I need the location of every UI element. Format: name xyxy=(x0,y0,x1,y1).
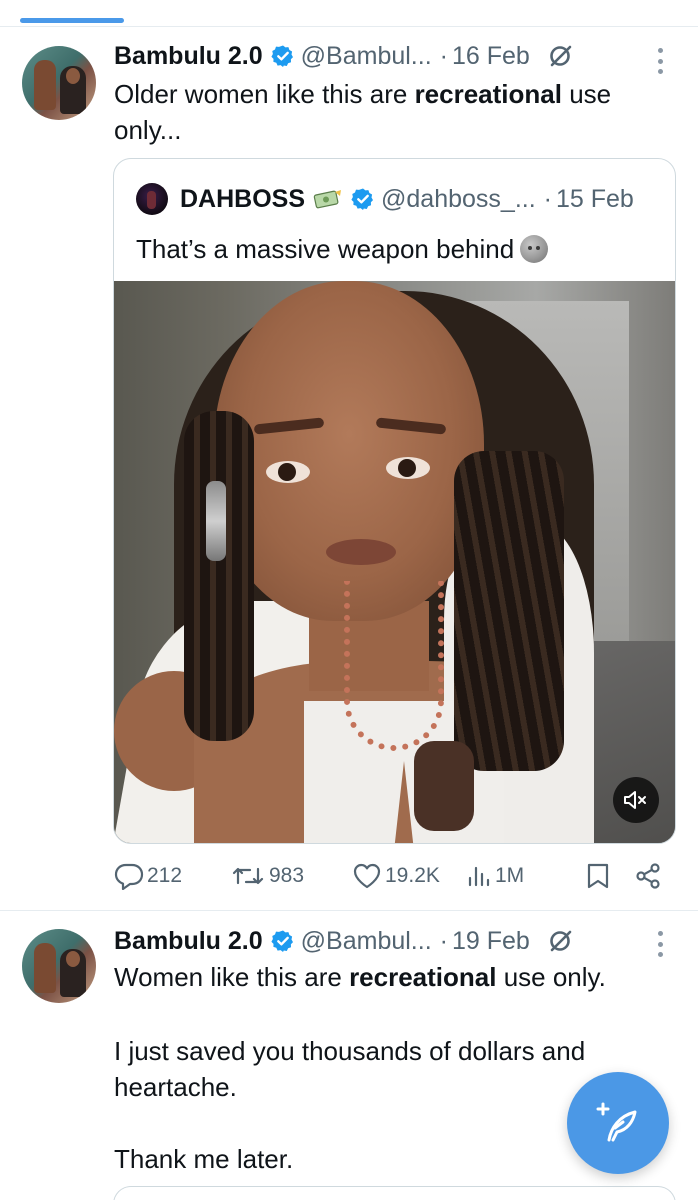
tweet-header: Bambulu 2.0 @Bambul... · 19 Feb xyxy=(114,921,574,961)
reply-icon xyxy=(114,863,144,890)
verified-badge-icon xyxy=(351,188,374,210)
repost-icon xyxy=(232,867,264,885)
quote-author-handle[interactable]: @dahboss_... xyxy=(381,185,536,214)
grok-icon[interactable] xyxy=(548,43,574,69)
verified-badge-icon xyxy=(271,45,293,67)
new-moon-face-emoji xyxy=(520,235,549,263)
share-button[interactable] xyxy=(634,854,665,898)
tweet-text: Older women like this are recreational u… xyxy=(114,79,612,145)
bookmark-icon xyxy=(587,863,609,889)
quote-avatar[interactable] xyxy=(136,183,168,215)
quote-date[interactable]: 15 Feb xyxy=(556,185,634,214)
separator-dot: · xyxy=(543,184,552,213)
quote-header: DAHBOSS @dahboss_... · 15 Feb xyxy=(136,181,634,217)
grok-icon[interactable] xyxy=(548,928,574,954)
tab-indicator xyxy=(20,18,124,23)
tweet-actions: 212 983 19.2K 1M xyxy=(0,854,698,898)
tweet[interactable]: Bambulu 2.0 @Bambul... · 16 Feb Older wo… xyxy=(0,26,698,910)
like-count: 19.2K xyxy=(385,864,440,887)
author-handle[interactable]: @Bambul... xyxy=(301,927,432,956)
post-date[interactable]: 16 Feb xyxy=(452,42,530,71)
like-icon xyxy=(353,863,381,889)
more-options-icon[interactable] xyxy=(658,48,664,74)
tweet-header: Bambulu 2.0 @Bambul... · 16 Feb xyxy=(114,36,574,76)
mute-button[interactable] xyxy=(613,777,659,823)
repost-button[interactable]: 983 xyxy=(230,854,304,898)
author-handle[interactable]: @Bambul... xyxy=(301,42,432,71)
bookmark-button[interactable] xyxy=(586,854,613,898)
views-button[interactable]: 1M xyxy=(466,854,524,898)
like-button[interactable]: 19.2K xyxy=(352,854,440,898)
compose-post-button[interactable] xyxy=(567,1072,669,1174)
separator-dot: · xyxy=(439,926,448,955)
video-player[interactable] xyxy=(114,281,675,843)
tweet-text-line: Women like this are recreational use onl… xyxy=(114,962,606,992)
reply-button[interactable]: 212 xyxy=(114,854,182,898)
avatar[interactable] xyxy=(22,46,96,120)
next-post-card[interactable] xyxy=(113,1186,676,1200)
share-icon xyxy=(636,863,660,889)
separator-dot: · xyxy=(439,41,448,70)
views-icon xyxy=(468,866,490,887)
compose-post-icon xyxy=(596,1102,637,1142)
author-name[interactable]: Bambulu 2.0 xyxy=(114,927,263,956)
views-count: 1M xyxy=(495,864,525,887)
author-name[interactable]: Bambulu 2.0 xyxy=(114,42,263,71)
post-date[interactable]: 19 Feb xyxy=(452,927,530,956)
quoted-tweet[interactable]: DAHBOSS @dahboss_... · 15 Feb That’s a m… xyxy=(113,158,676,844)
reply-count: 212 xyxy=(147,864,183,887)
money-bag-icon xyxy=(313,190,342,209)
avatar[interactable] xyxy=(22,929,96,1003)
quote-text: That’s a massive weapon behind xyxy=(136,231,549,267)
verified-badge-icon xyxy=(271,930,293,952)
repost-count: 983 xyxy=(269,864,305,887)
mute-icon xyxy=(624,791,646,809)
tweet-text-paragraph: I just saved you thousands of dollars an… xyxy=(114,1036,586,1102)
more-options-icon[interactable] xyxy=(658,931,664,957)
quote-author-name[interactable]: DAHBOSS xyxy=(180,185,305,214)
